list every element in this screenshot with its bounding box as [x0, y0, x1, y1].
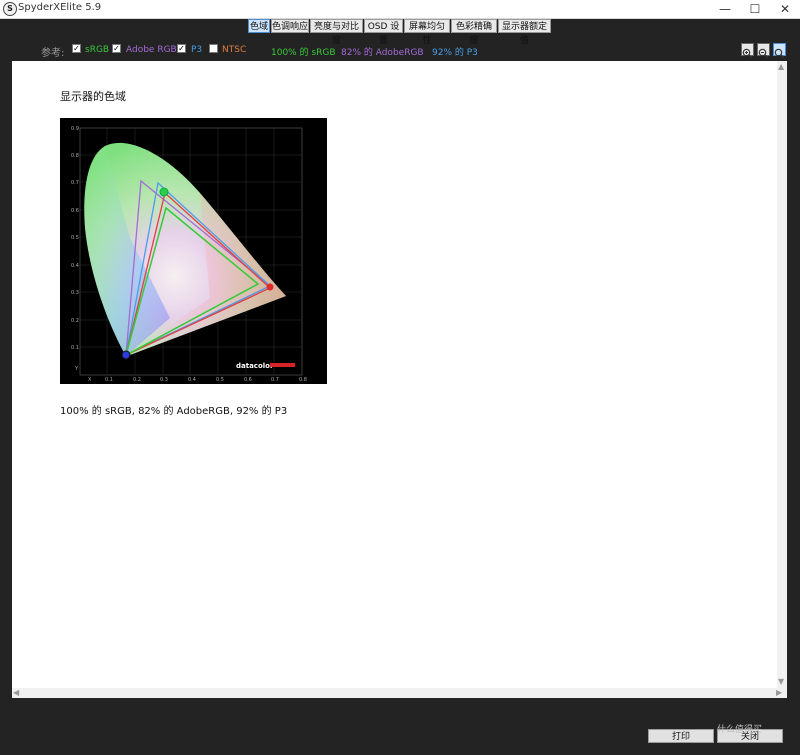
tab-brightness-contrast[interactable]: 亮度与对比度: [310, 19, 363, 46]
x-tick: X: [88, 377, 92, 383]
y-tick: 0.2: [71, 318, 79, 324]
horizontal-scrollbar[interactable]: ◀ ▶: [12, 688, 787, 698]
gamut-chart: X 0.1 0.2 0.3 0.4 0.5 0.6 0.7 0.8 Y 0.1 …: [60, 118, 327, 384]
y-tick: 0.4: [71, 263, 79, 269]
scroll-down-icon[interactable]: ▼: [778, 677, 784, 686]
maximize-button[interactable]: ☐: [740, 0, 770, 18]
y-tick: 0.8: [71, 153, 79, 159]
y-tick: Y: [74, 366, 79, 372]
tab-color-accuracy[interactable]: 色彩精确度: [451, 19, 497, 46]
y-tick: 0.6: [71, 208, 79, 214]
zoom-in-button[interactable]: [741, 43, 754, 59]
close-window-button[interactable]: ✕: [770, 0, 800, 18]
reference-label: 参考:: [41, 48, 65, 59]
tab-strip: 色域 色调响应 亮度与对比度 OSD 设置 屏幕均匀性 色彩精确度 显示器额定值: [0, 19, 800, 46]
x-tick: 0.5: [216, 377, 224, 383]
datacolor-logo-bar: [270, 363, 295, 367]
x-tick: 0.4: [188, 377, 196, 383]
blue-primary-marker: [121, 350, 131, 360]
p3-coverage: 92% 的 P3: [432, 48, 478, 58]
adobe-rgb-coverage: 82% 的 AdobeRGB: [341, 48, 424, 58]
zoom-fit-button[interactable]: [773, 43, 786, 59]
y-tick: 0.3: [71, 290, 79, 296]
x-tick: 0.2: [133, 377, 141, 383]
tab-osd-settings[interactable]: OSD 设置: [364, 19, 403, 46]
window-title: SpyderXElite 5.9: [18, 2, 102, 13]
scroll-right-icon[interactable]: ▶: [776, 688, 782, 697]
tab-screen-uniformity[interactable]: 屏幕均匀性: [404, 19, 450, 46]
watermark: 什么值得买: [717, 725, 763, 735]
tab-display-rating[interactable]: 显示器额定值: [498, 19, 551, 46]
x-tick: 0.6: [244, 377, 252, 383]
report-panel: 显示器的色域 X 0.1 0.2 0.3 0.4 0.5 0.6 0.7 0.8…: [12, 61, 777, 688]
x-tick: 0.1: [105, 377, 113, 383]
gamut-diagram: X 0.1 0.2 0.3 0.4 0.5 0.6 0.7 0.8 Y 0.1 …: [71, 126, 307, 383]
x-tick: 0.3: [160, 377, 168, 383]
vertical-scrollbar[interactable]: ▲ ▼: [777, 61, 787, 688]
title-bar: S SpyderXElite 5.9 — ☐ ✕: [0, 0, 800, 19]
ntsc-label: NTSC: [222, 45, 247, 55]
y-tick: 0.7: [71, 180, 79, 186]
green-primary-marker: [159, 187, 169, 197]
zoom-in-icon: [742, 48, 753, 59]
y-tick: 0.9: [71, 126, 79, 132]
srgb-coverage: 100% 的 sRGB: [271, 48, 336, 58]
tab-gamut[interactable]: 色域: [248, 19, 270, 33]
zoom-out-icon: [758, 48, 769, 59]
srgb-label: sRGB: [85, 45, 110, 55]
srgb-checkbox[interactable]: ✓: [72, 44, 81, 53]
section-heading: 显示器的色域: [60, 90, 126, 103]
print-button[interactable]: 打印: [648, 729, 714, 743]
x-tick: 0.7: [271, 377, 279, 383]
scroll-left-icon[interactable]: ◀: [13, 688, 19, 697]
minimize-button[interactable]: —: [710, 0, 740, 18]
tab-tone-response[interactable]: 色调响应: [271, 19, 309, 33]
adobe-rgb-checkbox[interactable]: ✓: [112, 44, 121, 53]
p3-checkbox[interactable]: ✓: [177, 44, 186, 53]
adobe-rgb-label: Adobe RGB: [126, 45, 177, 55]
zoom-out-button[interactable]: [757, 43, 770, 59]
ntsc-checkbox[interactable]: [209, 44, 218, 53]
y-tick: 0.1: [71, 345, 79, 351]
zoom-fit-icon: [774, 48, 785, 59]
gamut-summary: 100% 的 sRGB, 82% 的 AdobeRGB, 92% 的 P3: [60, 406, 288, 417]
red-primary-marker: [266, 283, 274, 291]
scroll-up-icon[interactable]: ▲: [778, 62, 784, 71]
reference-bar: 参考: ✓ sRGB ✓ Adobe RGB ✓ P3 NTSC 100% 的 …: [0, 40, 800, 60]
datacolor-logo: datacolor: [236, 362, 274, 370]
p3-label: P3: [191, 45, 203, 55]
app-logo-icon: S: [3, 2, 17, 16]
x-tick: 0.8: [299, 377, 307, 383]
y-tick: 0.5: [71, 235, 79, 241]
